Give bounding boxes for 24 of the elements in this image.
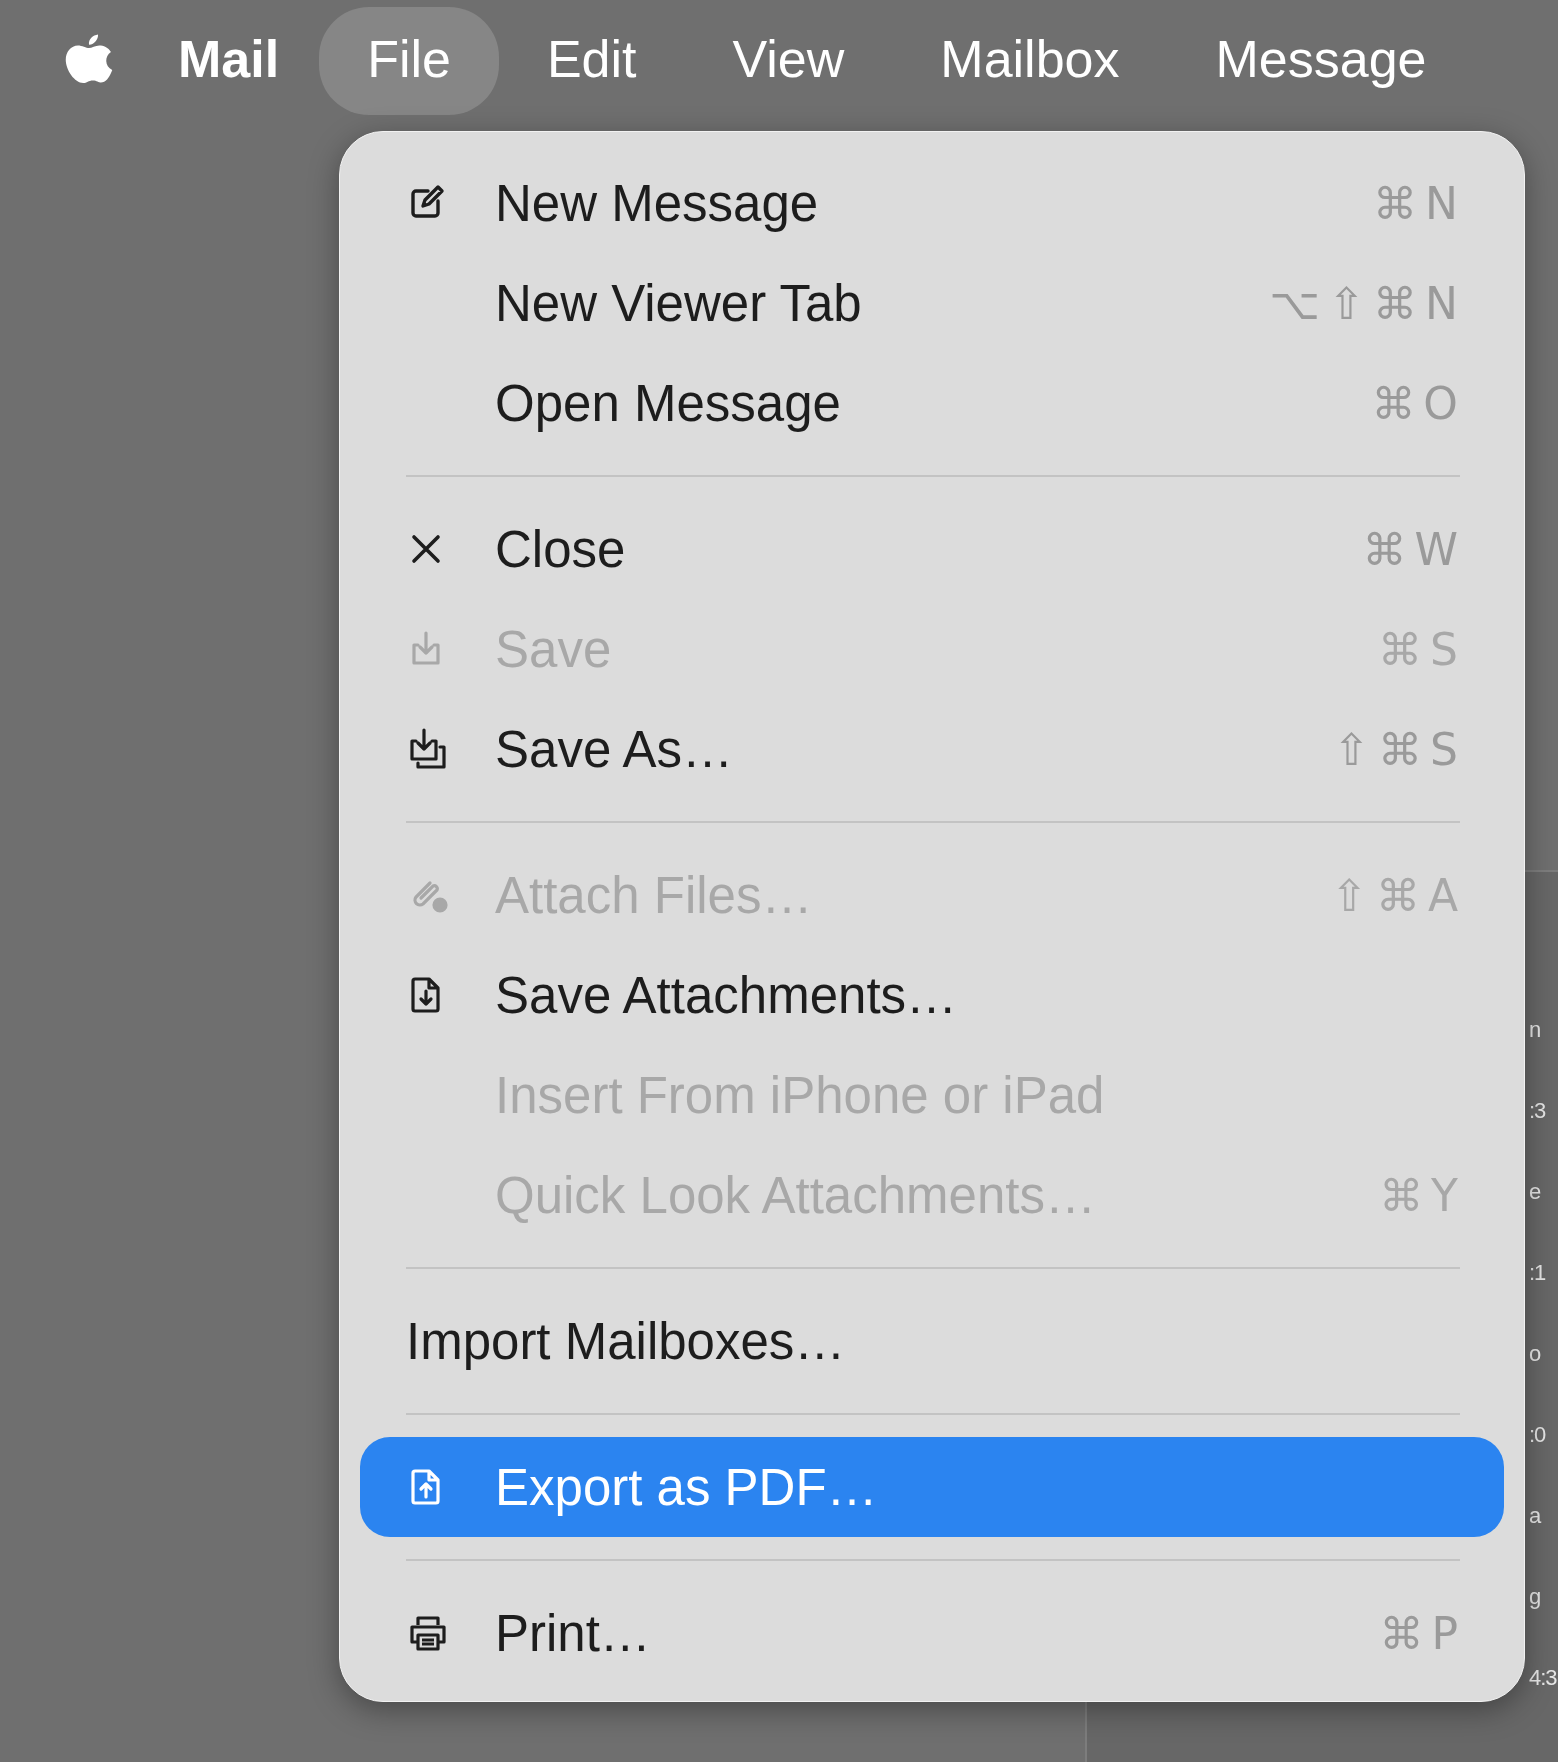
menu-bar-item[interactable]: Message <box>1167 7 1475 115</box>
menu-bar-item[interactable]: View <box>684 7 893 115</box>
menu-item[interactable]: Save Attachments… <box>360 945 1504 1045</box>
menu-bar-item[interactable]: Edit <box>498 7 685 115</box>
list-text: o <box>1529 1340 1542 1368</box>
list-text: 4:3 <box>1529 1664 1557 1692</box>
menu-item[interactable]: New Message ⌘ N <box>360 153 1504 253</box>
list-text: :1 <box>1529 1259 1547 1287</box>
list-text: :3 <box>1529 1097 1547 1125</box>
menu-item[interactable]: Open Message ⌘ O <box>360 353 1504 453</box>
list-text: n <box>1529 1016 1542 1044</box>
menu-bar-item[interactable]: Mail <box>138 7 320 115</box>
menu-item[interactable]: Close ⌘ W <box>360 499 1504 599</box>
menu-item[interactable]: Export as PDF… <box>360 1437 1504 1537</box>
menu-bar-item[interactable]: Mailbox <box>892 7 1168 115</box>
menu-item[interactable]: Print… ⌘ P <box>360 1583 1504 1683</box>
menu-item[interactable]: New Viewer Tab ⌥ ⇧ ⌘ N <box>360 253 1504 353</box>
menu-item[interactable]: Save As… ⇧ ⌘ S <box>360 699 1504 799</box>
menu-item[interactable]: Import Mailboxes… <box>360 1291 1504 1391</box>
list-text: :0 <box>1529 1421 1547 1449</box>
menu-bar-item[interactable]: File <box>319 7 499 115</box>
list-text: a <box>1529 1502 1542 1530</box>
list-text: g <box>1529 1583 1542 1611</box>
list-text: e <box>1529 1178 1542 1206</box>
